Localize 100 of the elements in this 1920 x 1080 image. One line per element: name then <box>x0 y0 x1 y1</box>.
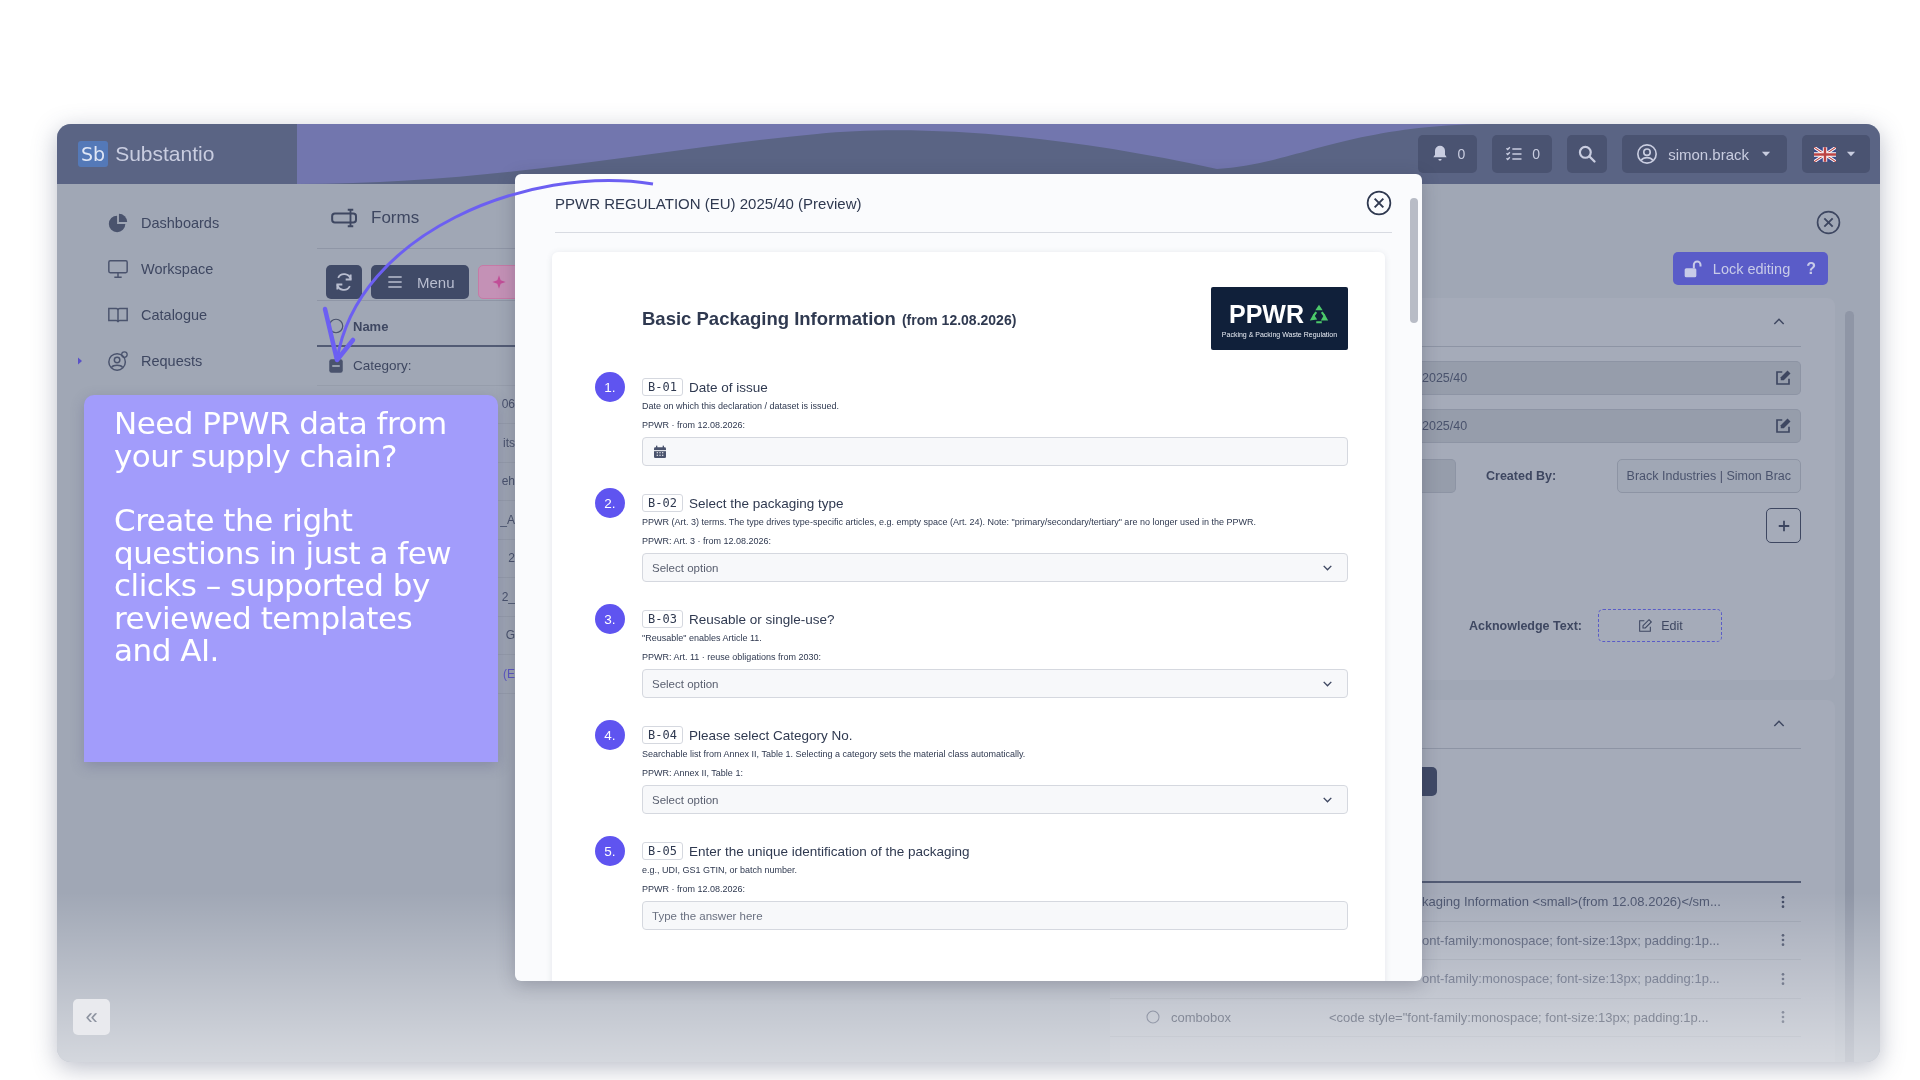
select-field[interactable]: Select option <box>642 785 1348 814</box>
page-title: Forms <box>371 207 420 228</box>
pie-chart-icon <box>107 212 129 234</box>
form-heading: Basic Packaging Information <box>642 307 896 330</box>
question-reference: PPWR: Art. 3 · from 12.08.2026: <box>642 536 773 546</box>
step-number: 1. <box>595 372 625 402</box>
table-cell: _A <box>500 512 515 527</box>
question-description: e.g., UDI, GS1 GTIN, or batch number. <box>642 865 799 875</box>
select-field[interactable]: Select option <box>642 669 1348 698</box>
recycle-icon <box>1308 303 1330 325</box>
help-button[interactable]: ? <box>1800 252 1828 285</box>
refresh-button[interactable] <box>326 265 362 299</box>
table-cell: <code style="font-family:monospace; font-size:13px; padding:1p... <box>1329 1009 1709 1025</box>
field-label: Created By: <box>1486 469 1557 483</box>
user-menu-button[interactable]: simon.brack <box>1622 135 1787 173</box>
add-button[interactable] <box>1766 508 1801 543</box>
button-stub[interactable] <box>1422 767 1437 796</box>
callout-text: Need PPWR data from your supply chain? <box>114 407 448 473</box>
question-reference: PPWR · from 12.08.2026: <box>642 884 747 894</box>
table-cell: combobox <box>1171 1009 1231 1025</box>
question-reference: PPWR · from 12.08.2026: <box>642 420 747 430</box>
table-cell: Category: <box>353 358 412 374</box>
lock-editing-button[interactable]: Lock editing <box>1672 252 1801 285</box>
notifications-button[interactable]: 0 <box>1417 135 1478 173</box>
table-cell: kaging Information <small>(from 12.08.2026)</sm... <box>1422 894 1721 910</box>
sidebar-item[interactable]: Requests <box>107 350 203 372</box>
logo-title: PPWR <box>1229 299 1304 329</box>
search-button[interactable] <box>1567 135 1608 173</box>
question-description: Searchable list from Annex II, Table 1. Selecting a category sets the material class automatically. <box>642 749 1027 759</box>
sidebar-item[interactable]: Catalogue <box>107 304 208 326</box>
table-cell: eh <box>501 474 515 489</box>
placeholder-text: Select option <box>652 793 719 806</box>
question-label: Please select Category No. <box>688 727 853 743</box>
unlock-icon <box>1682 258 1703 279</box>
question-description: PPWR (Art. 3) terms. The type drives type-specific articles, e.g. empty space (Art. 24). Note: "primary/secondary/tertiary" are no longer used in the PPWR. <box>642 517 1257 527</box>
placeholder-text: Select option <box>652 561 719 574</box>
heading-note: (from 12.08.2026) <box>901 311 1017 328</box>
select-field[interactable]: Select option <box>642 553 1348 582</box>
link[interactable]: (E <box>503 666 515 681</box>
sidebar-item[interactable]: Dashboards <box>107 212 220 234</box>
text-field[interactable] <box>1422 459 1456 493</box>
question-reference: PPWR: Art. 11 · reuse obligations from 2030: <box>642 652 822 662</box>
app-name: Substantio <box>115 142 215 166</box>
edit-icon <box>1774 417 1792 435</box>
step-number: 3. <box>595 604 625 634</box>
text-field[interactable]: 2025/40 <box>1422 409 1801 443</box>
question-code: B-03 <box>642 610 683 628</box>
user-icon <box>1636 143 1659 165</box>
step-number: 5. <box>595 836 625 866</box>
question-label: Enter the unique identification of the packaging <box>688 843 970 859</box>
question-code: B-05 <box>642 842 683 860</box>
scrollbar[interactable] <box>1845 311 1854 1062</box>
table-cell: its <box>503 435 515 450</box>
question-description: "Reusable" enables Article 11. <box>642 633 763 643</box>
tasks-button[interactable]: 0 <box>1492 135 1553 173</box>
table-cell: ont-family:monospace; font-size:13px; padding:1p... <box>1422 971 1720 987</box>
text-field[interactable]: 2025/40 <box>1422 361 1801 395</box>
close-icon <box>1366 190 1392 216</box>
language-button[interactable] <box>1802 135 1870 173</box>
radio-icon <box>1145 1009 1161 1026</box>
search-icon <box>1577 144 1598 164</box>
table-cell: 2_ <box>501 589 515 604</box>
dialog-title: PPWR REGULATION (EU) 2025/40 (Preview) <box>555 194 862 212</box>
close-icon <box>1816 210 1841 235</box>
ai-button[interactable] <box>477 265 515 299</box>
question-label: Select the packaging type <box>688 495 844 511</box>
question-label: Date of issue <box>688 379 768 395</box>
flag-icon <box>1814 146 1836 162</box>
field-value: 2025/40 <box>1422 419 1468 433</box>
monitor-icon <box>107 258 129 280</box>
field-value: 2025/40 <box>1422 371 1468 385</box>
date-field[interactable] <box>642 437 1348 466</box>
callout-text: Create the right questions in just a few clicks – supported by reviewed templates and AI. <box>114 504 453 667</box>
question-description: Date on which this declaration / dataset is issued. <box>642 401 841 411</box>
field-label: Acknowledge Text: <box>1469 618 1582 633</box>
sidebar-item[interactable]: Workspace <box>107 258 214 280</box>
question-code: B-04 <box>642 726 683 744</box>
column-header: Name <box>353 318 389 334</box>
text-field[interactable]: Brack Industries | Simon Brac <box>1616 459 1801 493</box>
table-cell: 2 <box>508 551 515 566</box>
app-logo: Sb <box>78 141 109 167</box>
menu-button[interactable]: Menu <box>371 265 469 299</box>
table-cell: 06 <box>501 397 515 412</box>
table-cell: G <box>505 628 515 643</box>
scrollbar[interactable] <box>1410 198 1418 323</box>
edit-button[interactable]: Edit <box>1598 609 1722 642</box>
question-code: B-01 <box>642 378 683 396</box>
question-code: B-02 <box>642 494 683 512</box>
refresh-icon <box>334 272 354 292</box>
table-cell: ont-family:monospace; font-size:13px; padding:1p... <box>1422 932 1720 948</box>
person-icon <box>107 350 129 372</box>
radio-icon <box>327 317 345 335</box>
edit-icon <box>1637 617 1654 634</box>
step-number: 4. <box>595 720 625 750</box>
collapse-button[interactable]: « <box>73 999 110 1035</box>
question-label: Reusable or single-use? <box>688 611 835 627</box>
placeholder-text: Select option <box>652 677 719 690</box>
step-number: 2. <box>595 488 625 518</box>
question-reference: PPWR: Annex II, Table 1: <box>642 768 744 778</box>
calendar-icon <box>652 443 668 460</box>
